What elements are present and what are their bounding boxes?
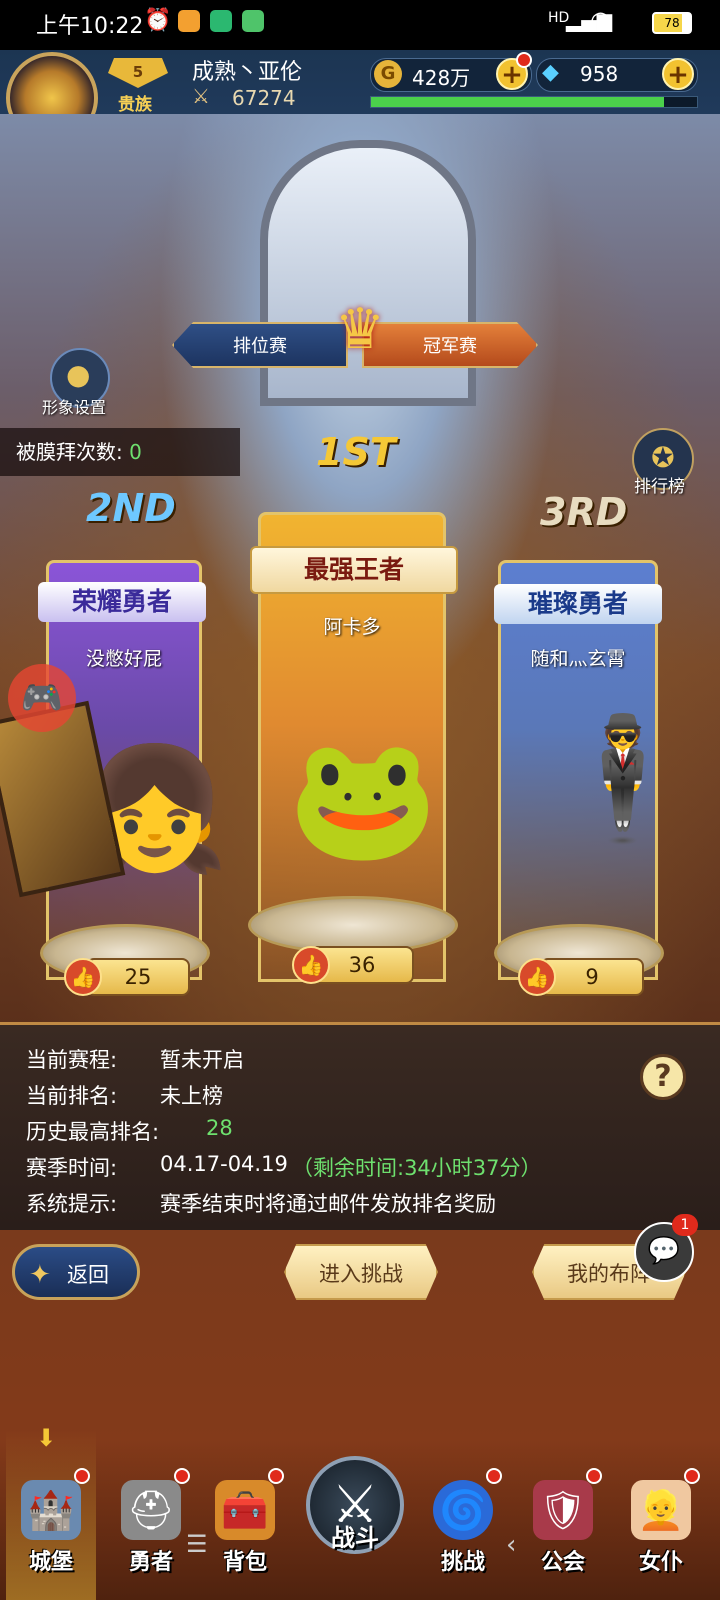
heroes-reddot: [174, 1468, 190, 1484]
first-thumbs-up-icon[interactable]: 👍: [292, 946, 330, 984]
worship-value: 0: [129, 440, 142, 464]
chat-badge: 1: [672, 1214, 698, 1236]
worship-label: 被膜拜次数:: [16, 440, 123, 464]
medal-icon: ✪: [651, 441, 675, 474]
gold-coin-icon: G: [374, 60, 402, 88]
castle-icon: 🏰: [21, 1480, 81, 1540]
avatar-setting-label: 形象设置: [42, 398, 107, 417]
player-name: 成熟丶亚伦: [192, 60, 303, 85]
gamepad-float-icon[interactable]: 🎮: [8, 664, 76, 732]
maid-portrait-icon: 👱: [631, 1480, 691, 1540]
best-rank-label: 历史最高排名:: [26, 1120, 160, 1144]
gold-reddot: [516, 52, 532, 68]
battery-icon: 78: [652, 12, 692, 34]
nav-castle[interactable]: 🏰 城堡: [6, 1468, 96, 1590]
diamond-icon: ◆: [542, 60, 559, 85]
portal-icon: 🌀: [433, 1480, 493, 1540]
maid-reddot: [684, 1468, 700, 1484]
bot-notify-icon: [242, 10, 264, 32]
nav-maid[interactable]: 👱 女仆: [616, 1468, 706, 1590]
nav-heroes-label: 勇者: [128, 1550, 173, 1575]
status-bar: 上午10:22 ⏰ HD ▂▄▆ ◠ 78: [0, 0, 720, 50]
system-tip-label: 系统提示:: [26, 1192, 118, 1216]
first-place-label: 1ST: [316, 430, 396, 474]
second-thumbs-up-icon[interactable]: 👍: [64, 958, 102, 996]
help-button[interactable]: ?: [640, 1054, 686, 1100]
xp-bar: [370, 96, 698, 108]
nav-battle-label: 战斗: [331, 1524, 379, 1552]
helmet-icon: ⛑: [121, 1480, 181, 1540]
first-character[interactable]: 🐸: [288, 730, 437, 910]
worship-counter: 被膜拜次数: 0: [0, 428, 240, 476]
nav-castle-label: 城堡: [28, 1550, 73, 1575]
first-player-name: 阿卡多: [323, 616, 381, 638]
system-back-icon[interactable]: ‹: [506, 1530, 516, 1560]
second-title-banner: 荣耀勇者: [38, 582, 206, 622]
xp-bar-fill: [371, 97, 665, 107]
third-character[interactable]: 🕴: [548, 710, 697, 930]
season-label: 当前赛程:: [26, 1048, 118, 1072]
vip-label: 贵族: [118, 95, 152, 115]
power-value: 67274: [232, 86, 296, 110]
diamond-value: 958: [580, 62, 619, 86]
power-icon: ⚔: [192, 84, 210, 108]
season-value: 暂未开启: [160, 1048, 244, 1072]
star-back-icon: ✦: [29, 1260, 51, 1290]
app-notify-icon: [178, 10, 200, 32]
nav-challenge[interactable]: 🌀 挑战: [418, 1468, 508, 1590]
nav-bag-label: 背包: [222, 1550, 267, 1575]
nav-heroes[interactable]: ⛑ 勇者: [106, 1468, 196, 1590]
shield-notify-icon: [210, 10, 232, 32]
season-time-label: 赛季时间:: [26, 1156, 118, 1180]
third-thumbs-up-icon[interactable]: 👍: [518, 958, 556, 996]
system-tip-value: 赛季结束时将通过邮件发放排名奖励: [160, 1192, 496, 1216]
season-time-value: 04.17-04.19: [160, 1152, 288, 1176]
add-diamond-button[interactable]: +: [662, 58, 694, 90]
enter-challenge-button[interactable]: 进入挑战: [284, 1244, 438, 1300]
nav-maid-label: 女仆: [638, 1550, 683, 1575]
second-place-label: 2ND: [86, 486, 176, 530]
guild-shield-icon: 🛡: [533, 1480, 593, 1540]
second-player-name: 没憋好屁: [85, 648, 162, 670]
guild-reddot: [586, 1468, 602, 1484]
nav-challenge-label: 挑战: [440, 1550, 485, 1575]
castle-reddot: [74, 1468, 90, 1484]
third-player-name: 随和灬玄霄: [530, 648, 626, 670]
crown-icon: ♛: [334, 297, 386, 362]
first-title-banner: 最强王者: [250, 546, 458, 594]
nav-guild-label: 公会: [540, 1550, 585, 1575]
leaderboard-label: 排行榜: [634, 477, 685, 497]
challenge-reddot: [486, 1468, 502, 1484]
bag-reddot: [268, 1468, 284, 1484]
back-label: 返回: [67, 1263, 109, 1287]
selected-arrow-icon: ⬇: [36, 1424, 57, 1452]
back-button[interactable]: ✦ 返回: [12, 1244, 140, 1300]
rank-value: 未上榜: [160, 1084, 223, 1108]
third-place-label: 3RD: [540, 490, 628, 534]
wifi-icon: ◠: [590, 6, 611, 34]
chest-icon: 🧰: [215, 1480, 275, 1540]
rank-label: 当前排名:: [26, 1084, 118, 1108]
person-icon: ●: [66, 358, 91, 391]
alarm-icon: ⏰: [144, 8, 172, 33]
best-rank-value: 28: [206, 1116, 233, 1140]
nav-bag[interactable]: 🧰 背包: [200, 1468, 290, 1590]
third-title-banner: 璀璨勇者: [494, 584, 662, 624]
season-time-remaining: （剩余时间:34小时37分）: [292, 1156, 542, 1180]
status-time: 上午10:22: [36, 14, 144, 39]
gold-value: 428万: [412, 66, 471, 90]
nav-guild[interactable]: 🛡 公会: [518, 1468, 608, 1590]
